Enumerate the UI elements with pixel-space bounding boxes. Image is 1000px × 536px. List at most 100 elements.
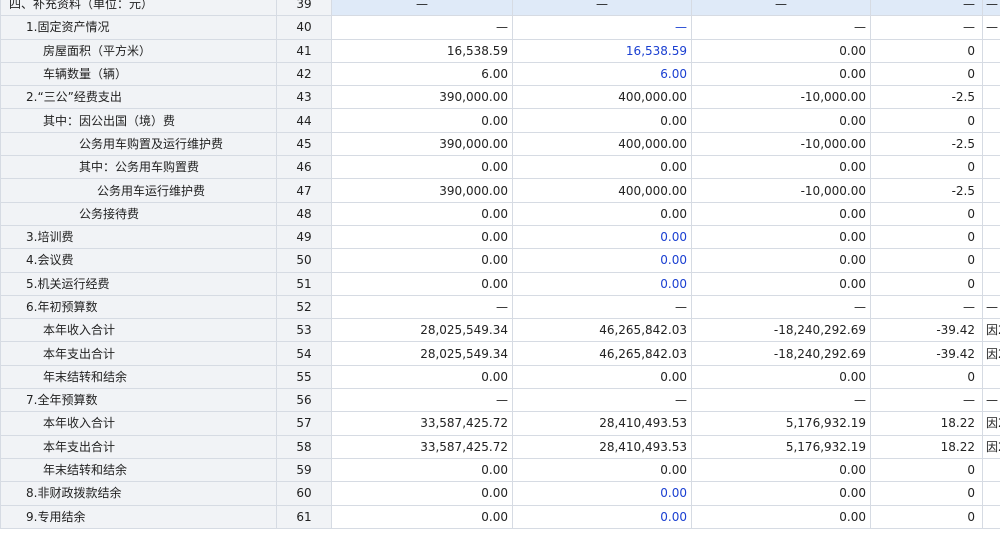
table-row[interactable]: 房屋面积（平方米） 41 16,538.59 16,538.59 0.00 0: [0, 38, 1000, 63]
note-cell[interactable]: 因20: [982, 341, 1000, 366]
value-cell-col1[interactable]: —: [331, 388, 513, 413]
value-cell-col1[interactable]: —: [331, 0, 513, 17]
value-cell-col2[interactable]: —: [512, 294, 692, 320]
value-cell-col2[interactable]: 28,410,493.53: [512, 411, 692, 436]
value-cell-col4[interactable]: 0: [870, 504, 983, 529]
row-label-cell[interactable]: 3.培训费: [0, 224, 277, 250]
value-cell-col3[interactable]: 0.00: [691, 155, 871, 180]
value-cell-col1[interactable]: 0.00: [331, 248, 513, 273]
value-cell-col2[interactable]: 0.00: [512, 248, 692, 273]
table-row[interactable]: 四、补充资料（单位：元） 39— — — — —: [0, 0, 1000, 17]
row-label-cell[interactable]: 公务接待费: [0, 201, 277, 226]
value-cell-col2[interactable]: 0.00: [512, 224, 692, 250]
value-cell-col2[interactable]: 0.00: [512, 201, 692, 226]
note-cell[interactable]: [982, 85, 1000, 110]
value-cell-col4[interactable]: 0: [870, 108, 983, 133]
value-cell-col3[interactable]: -18,240,292.69: [691, 318, 871, 343]
row-label-cell[interactable]: 9.专用结余: [0, 504, 277, 529]
value-cell-col3[interactable]: —: [691, 388, 871, 413]
row-label-cell[interactable]: 1.固定资产情况: [0, 15, 277, 40]
value-cell-col4[interactable]: 18.22: [870, 434, 983, 459]
value-cell-col1[interactable]: 6.00: [331, 61, 513, 87]
value-cell-col2[interactable]: 0.00: [512, 457, 692, 483]
value-cell-col4[interactable]: -2.5: [870, 178, 983, 203]
note-cell[interactable]: [982, 224, 1000, 250]
value-cell-col3[interactable]: -18,240,292.69: [691, 341, 871, 366]
value-cell-col2[interactable]: 0.00: [512, 271, 692, 296]
value-cell-col2[interactable]: —: [512, 388, 692, 413]
value-cell-col3[interactable]: 5,176,932.19: [691, 434, 871, 459]
note-cell[interactable]: —: [982, 388, 1000, 413]
value-cell-col4[interactable]: -2.5: [870, 85, 983, 110]
value-cell-col1[interactable]: 0.00: [331, 481, 513, 506]
value-cell-col2[interactable]: 400,000.00: [512, 131, 692, 157]
row-label-cell[interactable]: 公务用车购置及运行维护费: [0, 131, 277, 157]
note-cell[interactable]: —: [982, 294, 1000, 320]
row-label-cell[interactable]: 本年支出合计: [0, 434, 277, 459]
value-cell-col4[interactable]: -2.5: [870, 131, 983, 157]
table-row[interactable]: 5.机关运行经费 51 0.00 0.00 0.00 0: [0, 271, 1000, 296]
note-cell[interactable]: [982, 155, 1000, 180]
value-cell-col4[interactable]: 0: [870, 224, 983, 250]
note-cell[interactable]: [982, 248, 1000, 273]
note-cell[interactable]: [982, 271, 1000, 296]
note-cell[interactable]: 因20: [982, 434, 1000, 459]
row-label-cell[interactable]: 其中：公务用车购置费: [0, 155, 277, 180]
value-cell-col4[interactable]: 0: [870, 201, 983, 226]
row-label-cell[interactable]: 本年收入合计: [0, 318, 277, 343]
row-label-cell[interactable]: 其中：因公出国（境）费: [0, 108, 277, 133]
value-cell-col4[interactable]: 0: [870, 155, 983, 180]
row-label-cell[interactable]: 2.“三公”经费支出: [0, 85, 277, 110]
value-cell-col1[interactable]: 0.00: [331, 457, 513, 483]
value-cell-col2[interactable]: 28,410,493.53: [512, 434, 692, 459]
value-cell-col3[interactable]: 0.00: [691, 61, 871, 87]
value-cell-col1[interactable]: 28,025,549.34: [331, 318, 513, 343]
value-cell-col2[interactable]: —: [512, 15, 692, 40]
note-cell[interactable]: [982, 364, 1000, 390]
note-cell[interactable]: 因20: [982, 411, 1000, 436]
note-cell[interactable]: [982, 178, 1000, 203]
value-cell-col4[interactable]: 18.22: [870, 411, 983, 436]
value-cell-col1[interactable]: 0.00: [331, 504, 513, 529]
note-cell[interactable]: 因20: [982, 318, 1000, 343]
row-label-cell[interactable]: 5.机关运行经费: [0, 271, 277, 296]
value-cell-col2[interactable]: 46,265,842.03: [512, 341, 692, 366]
value-cell-col4[interactable]: —: [870, 388, 983, 413]
value-cell-col3[interactable]: 0.00: [691, 201, 871, 226]
value-cell-col4[interactable]: —: [870, 0, 983, 17]
table-row[interactable]: 本年支出合计 54 28,025,549.34 46,265,842.03 -18,24…: [0, 341, 1000, 366]
row-label-cell[interactable]: 四、补充资料（单位：元）: [0, 0, 277, 17]
table-row[interactable]: 公务用车运行维护费 47 390,000.00 400,000.00 -10,000.0…: [0, 178, 1000, 203]
value-cell-col1[interactable]: 16,538.59: [331, 38, 513, 63]
value-cell-col3[interactable]: -10,000.00: [691, 85, 871, 110]
value-cell-col1[interactable]: 28,025,549.34: [331, 341, 513, 366]
value-cell-col1[interactable]: —: [331, 294, 513, 320]
note-cell[interactable]: [982, 38, 1000, 63]
value-cell-col2[interactable]: 46,265,842.03: [512, 318, 692, 343]
table-row[interactable]: 年末结转和结余 59 0.00 0.00 0.00 0: [0, 457, 1000, 483]
value-cell-col2[interactable]: 0.00: [512, 155, 692, 180]
value-cell-col2[interactable]: 400,000.00: [512, 178, 692, 203]
value-cell-col1[interactable]: 0.00: [331, 155, 513, 180]
note-cell[interactable]: [982, 481, 1000, 506]
table-row[interactable]: 1.固定资产情况 40— — — — —: [0, 15, 1000, 40]
value-cell-col2[interactable]: 6.00: [512, 61, 692, 87]
value-cell-col1[interactable]: 33,587,425.72: [331, 411, 513, 436]
value-cell-col3[interactable]: 0.00: [691, 38, 871, 63]
row-label-cell[interactable]: 6.年初预算数: [0, 294, 277, 320]
row-label-cell[interactable]: 公务用车运行维护费: [0, 178, 277, 203]
value-cell-col3[interactable]: —: [691, 15, 871, 40]
table-row[interactable]: 6.年初预算数 52— — — — —: [0, 294, 1000, 320]
value-cell-col4[interactable]: 0: [870, 38, 983, 63]
value-cell-col3[interactable]: 0.00: [691, 504, 871, 529]
value-cell-col3[interactable]: 0.00: [691, 248, 871, 273]
value-cell-col4[interactable]: -39.42: [870, 341, 983, 366]
value-cell-col4[interactable]: 0: [870, 248, 983, 273]
value-cell-col1[interactable]: 0.00: [331, 108, 513, 133]
row-label-cell[interactable]: 本年收入合计: [0, 411, 277, 436]
value-cell-col3[interactable]: -10,000.00: [691, 131, 871, 157]
value-cell-col4[interactable]: —: [870, 15, 983, 40]
value-cell-col2[interactable]: 16,538.59: [512, 38, 692, 63]
value-cell-col4[interactable]: -39.42: [870, 318, 983, 343]
value-cell-col2[interactable]: 0.00: [512, 504, 692, 529]
